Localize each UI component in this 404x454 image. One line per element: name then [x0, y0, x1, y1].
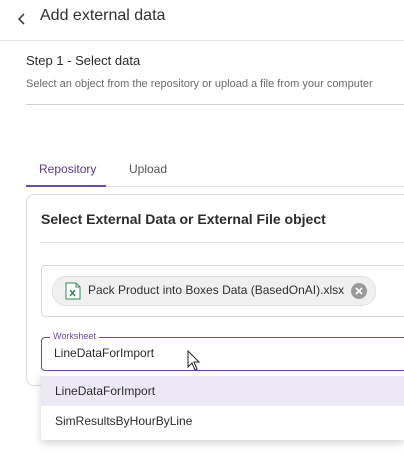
worksheet-option[interactable]: SimResultsByHourByLine [41, 406, 404, 436]
page-title: Add external data [40, 7, 166, 24]
source-tabs: Repository Upload [26, 156, 404, 187]
card-title: Select External Data or External File ob… [41, 211, 326, 227]
worksheet-dropdown: LineDataForImport SimResultsByHourByLine [41, 372, 404, 440]
excel-file-icon [65, 282, 81, 300]
back-button[interactable] [12, 8, 32, 30]
selected-object-box[interactable]: Pack Product into Boxes Data (BasedOnAI)… [41, 265, 404, 317]
option-label: SimResultsByHourByLine [55, 414, 193, 428]
worksheet-value: LineDataForImport [54, 346, 155, 360]
tab-upload[interactable]: Upload [129, 162, 167, 176]
tab-repository[interactable]: Repository [39, 162, 96, 176]
option-label: LineDataForImport [55, 384, 156, 398]
header-bar: Add external data [0, 0, 404, 41]
card-divider [41, 242, 404, 243]
active-tab-indicator [26, 185, 106, 187]
step-description: Select an object from the repository or … [26, 78, 373, 90]
selected-file-name: Pack Product into Boxes Data (BasedOnAI)… [88, 283, 345, 297]
worksheet-option[interactable]: LineDataForImport [41, 376, 404, 406]
step-divider [26, 104, 404, 105]
remove-file-icon[interactable] [350, 282, 368, 300]
chevron-left-icon [17, 13, 25, 25]
step-title: Step 1 - Select data [26, 53, 141, 68]
mouse-cursor-icon [187, 350, 201, 371]
worksheet-label: Worksheet [50, 331, 99, 341]
selected-file-chip: Pack Product into Boxes Data (BasedOnAI)… [52, 276, 376, 306]
